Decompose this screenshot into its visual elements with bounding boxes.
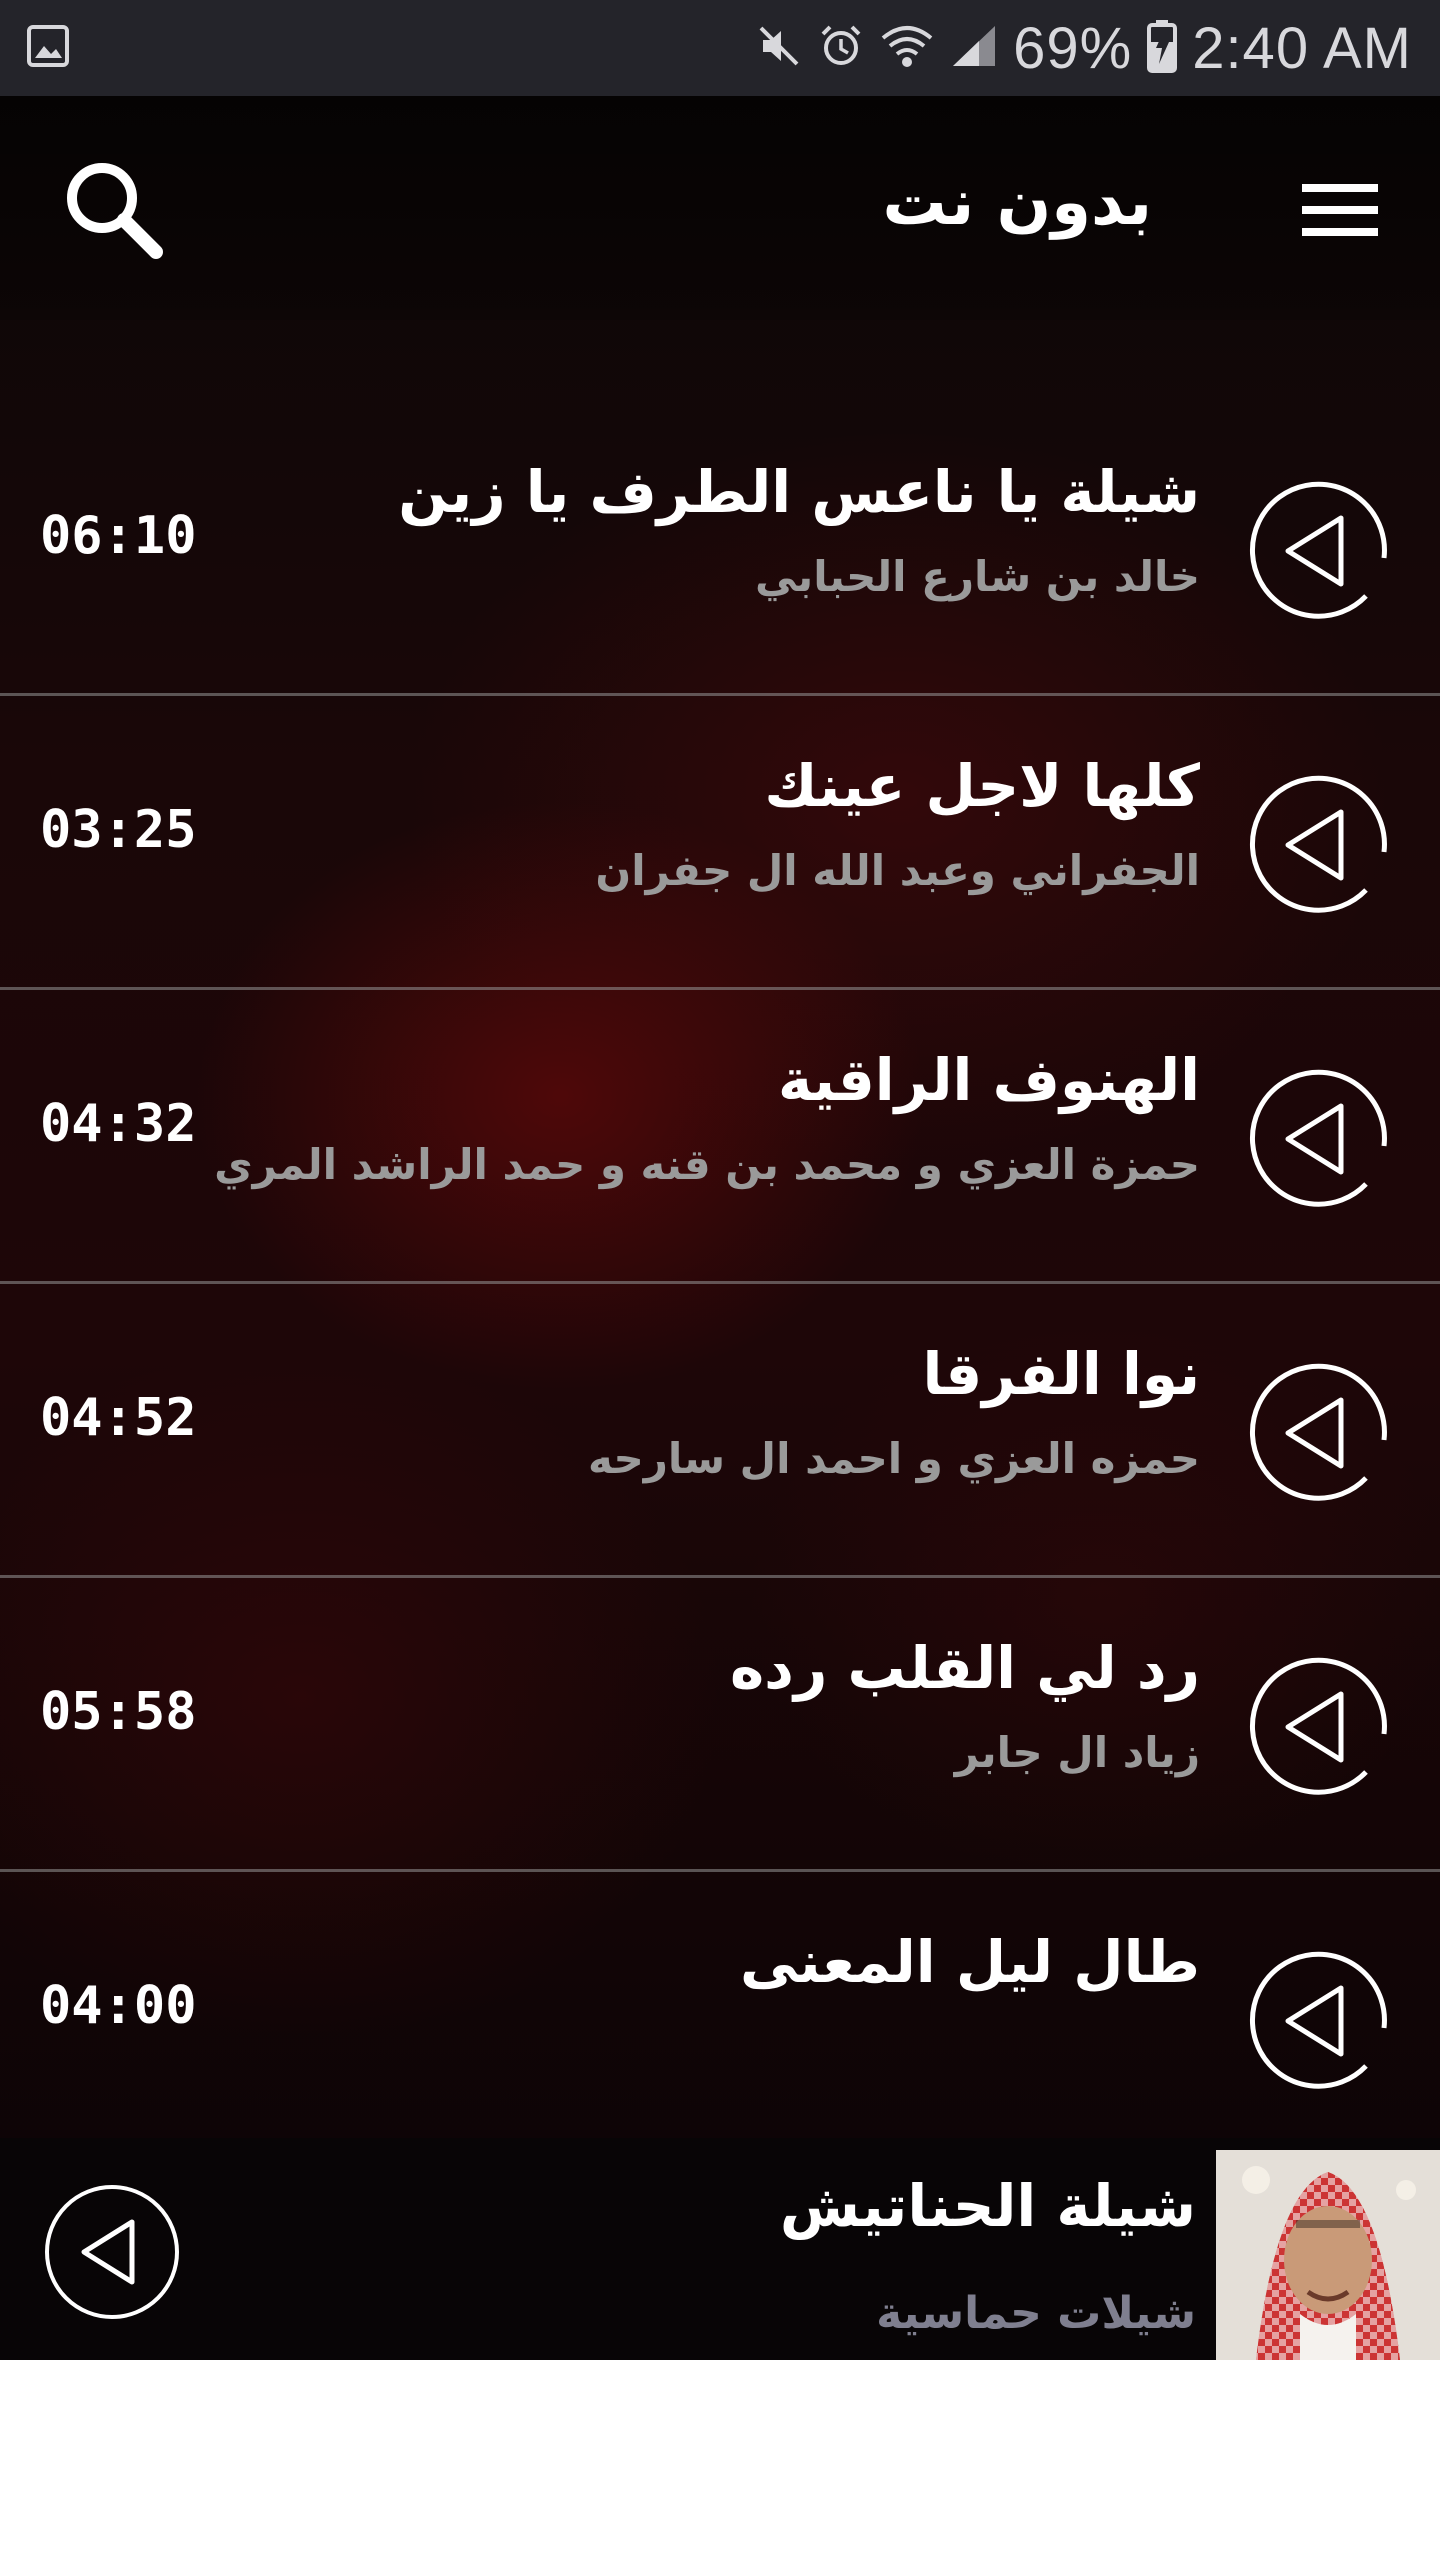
image-notification-icon <box>26 24 70 72</box>
track-title: رد لي القلب رده <box>729 1634 1200 1702</box>
track-row[interactable]: نوا الفرقا حمزه العزي و احمد ال سارحه 04… <box>0 1284 1440 1578</box>
battery-charging-icon <box>1146 18 1178 78</box>
status-left <box>26 24 70 72</box>
play-icon <box>1249 1657 1387 1795</box>
track-duration: 05:58 <box>40 1682 197 1742</box>
search-button[interactable] <box>58 154 168 264</box>
signal-icon <box>949 22 999 74</box>
track-duration: 04:32 <box>40 1094 197 1154</box>
mute-icon <box>755 22 803 74</box>
track-title: نوا الفرقا <box>922 1340 1200 1408</box>
search-icon <box>67 163 163 259</box>
hamburger-menu-icon <box>1302 184 1378 236</box>
play-icon <box>45 2185 179 2319</box>
track-artist: الجفراني وعبد الله ال جفران <box>595 846 1200 895</box>
track-artist: حمزه العزي و احمد ال سارحه <box>588 1434 1200 1483</box>
now-playing-subtitle: شيلات حماسية <box>876 2288 1196 2339</box>
play-icon <box>1249 1363 1387 1501</box>
track-title: طال ليل المعنى <box>740 1928 1200 1996</box>
track-list: شيلة يا ناعس الطرف يا زين خالد بن شارع ا… <box>0 402 1440 2166</box>
track-play-button[interactable] <box>1248 478 1394 624</box>
track-duration: 04:00 <box>40 1976 197 2036</box>
track-artist: زياد ال جابر <box>954 1728 1200 1777</box>
track-row[interactable]: الهنوف الراقية حمزة العزي و محمد بن قنه … <box>0 990 1440 1284</box>
clock: 2:40 AM <box>1192 15 1412 81</box>
track-duration: 04:52 <box>40 1388 197 1448</box>
battery-percent: 69% <box>1013 15 1133 81</box>
track-duration: 03:25 <box>40 800 197 860</box>
track-play-button[interactable] <box>1248 1948 1394 2094</box>
menu-button[interactable] <box>1300 176 1380 246</box>
play-icon <box>1249 1069 1387 1207</box>
now-playing-play-button[interactable] <box>42 2182 182 2322</box>
track-play-button[interactable] <box>1248 1360 1394 1506</box>
artist-photo <box>1216 2150 1440 2360</box>
track-artist: خالد بن شارع الحبابي <box>754 552 1200 601</box>
track-title: شيلة يا ناعس الطرف يا زين <box>398 458 1200 526</box>
app-header: بدون نت <box>0 96 1440 320</box>
status-bar: 69% 2:40 AM <box>0 0 1440 96</box>
status-right: 69% 2:40 AM <box>755 15 1412 82</box>
track-duration: 06:10 <box>40 506 197 566</box>
play-icon <box>1249 775 1387 913</box>
page-title: بدون نت <box>882 166 1152 240</box>
play-icon <box>1249 481 1387 619</box>
track-row[interactable]: شيلة يا ناعس الطرف يا زين خالد بن شارع ا… <box>0 402 1440 696</box>
wifi-icon <box>879 22 935 74</box>
track-artist: حمزة العزي و محمد بن قنه و حمد الراشد ال… <box>214 1140 1200 1189</box>
track-play-button[interactable] <box>1248 1066 1394 1212</box>
track-title: الهنوف الراقية <box>777 1046 1200 1114</box>
now-playing-title: شيلة الحناتيش <box>779 2172 1196 2240</box>
play-icon <box>1249 1951 1387 2089</box>
now-playing-bar[interactable]: شيلة الحناتيش شيلات حماسية <box>0 2138 1440 2360</box>
track-row[interactable]: رد لي القلب رده زياد ال جابر 05:58 <box>0 1578 1440 1872</box>
now-playing-artwork <box>1216 2150 1440 2360</box>
track-row[interactable]: كلها لاجل عينك الجفراني وعبد الله ال جفر… <box>0 696 1440 990</box>
track-play-button[interactable] <box>1248 772 1394 918</box>
alarm-icon <box>817 22 865 74</box>
app-container: بدون نت شيلة يا ناعس الطرف يا زين خالد ب… <box>0 96 1440 2360</box>
track-title: كلها لاجل عينك <box>764 752 1200 820</box>
track-play-button[interactable] <box>1248 1654 1394 1800</box>
track-row[interactable]: طال ليل المعنى 04:00 <box>0 1872 1440 2166</box>
